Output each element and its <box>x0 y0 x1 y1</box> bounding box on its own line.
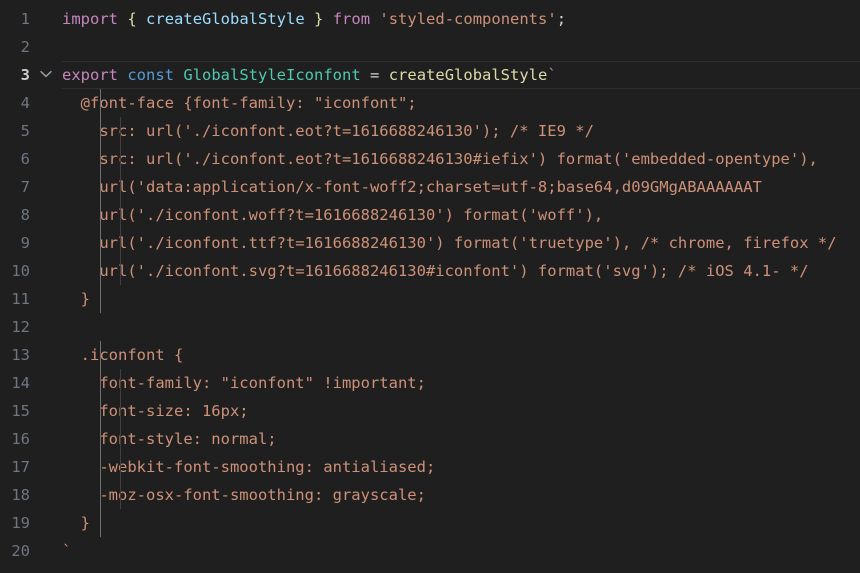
code-line-5[interactable]: src: url('./iconfont.eot?t=1616688246130… <box>62 117 594 145</box>
token-type-teal: GlobalStyleIconfont <box>183 66 361 84</box>
line-number-2[interactable]: 2 <box>0 33 30 61</box>
token-string: .iconfont { <box>62 346 184 364</box>
code-line-8[interactable]: url('./iconfont.woff?t=1616688246130') f… <box>62 201 603 229</box>
line-number-1[interactable]: 1 <box>0 5 30 33</box>
line-number-20[interactable]: 20 <box>0 537 30 565</box>
code-line-17[interactable]: -webkit-font-smoothing: antialiased; <box>62 453 435 481</box>
line-number-4[interactable]: 4 <box>0 89 30 117</box>
token-string: } <box>62 514 90 532</box>
line-number-13[interactable]: 13 <box>0 341 30 369</box>
code-line-9[interactable]: url('./iconfont.ttf?t=1616688246130') fo… <box>62 229 837 257</box>
code-line-6[interactable]: src: url('./iconfont.eot?t=1616688246130… <box>62 145 818 173</box>
line-number-15[interactable]: 15 <box>0 397 30 425</box>
token-string: font-family: "iconfont" !important; <box>62 374 426 392</box>
code-editor[interactable]: / import { createGlobalStyle } from 'sty… <box>0 0 860 573</box>
line-number-3[interactable]: 3 <box>0 61 30 89</box>
token-string: ` <box>547 66 557 84</box>
code-line-16[interactable]: font-style: normal; <box>62 425 277 453</box>
line-number-11[interactable]: 11 <box>0 285 30 313</box>
token-string: ` <box>62 542 72 560</box>
token-string: @font-face {font-family: "iconfont"; <box>62 94 417 112</box>
code-line-4[interactable]: @font-face {font-family: "iconfont"; <box>62 89 417 117</box>
token-keyword-blue: const <box>127 66 175 84</box>
token-string: url('data:application/x-font-woff2;chars… <box>62 178 762 196</box>
token-string: url('./iconfont.woff?t=1616688246130') f… <box>62 206 604 224</box>
line-number-6[interactable]: 6 <box>0 145 30 173</box>
code-line-18[interactable]: -moz-osx-font-smoothing: grayscale; <box>62 481 426 509</box>
token-string: } <box>62 290 90 308</box>
indent-guide-level-2 <box>119 117 121 285</box>
indent-guide-level-1 <box>100 341 102 537</box>
token-function-yellow: createGlobalStyle <box>388 66 548 84</box>
token-brace-yellow: } <box>314 10 324 28</box>
token-string: src: url('./iconfont.eot?t=1616688246130… <box>62 150 818 168</box>
token-plain: = <box>370 66 380 84</box>
line-number-17[interactable]: 17 <box>0 453 30 481</box>
code-line-1[interactable]: import { createGlobalStyle } from 'style… <box>62 5 566 33</box>
code-line-3[interactable]: export const GlobalStyleIconfont = creat… <box>62 61 557 89</box>
code-line-20[interactable]: ` <box>62 537 71 565</box>
line-number-10[interactable]: 10 <box>0 257 30 285</box>
line-number-12[interactable]: 12 <box>0 313 30 341</box>
line-number-16[interactable]: 16 <box>0 425 30 453</box>
indent-guide-level-2 <box>119 369 121 509</box>
token-brace-yellow: { <box>127 10 137 28</box>
line-number-19[interactable]: 19 <box>0 509 30 537</box>
token-string: 'styled-components' <box>379 10 557 28</box>
code-line-13[interactable]: .iconfont { <box>62 341 184 369</box>
token-string: font-size: 16px; <box>62 402 249 420</box>
line-number-18[interactable]: 18 <box>0 481 30 509</box>
token-plain: ; <box>556 10 567 28</box>
token-string: src: url('./iconfont.eot?t=1616688246130… <box>62 122 594 140</box>
indent-guide-level-1 <box>100 89 102 313</box>
token-string: url('./iconfont.svg?t=1616688246130#icon… <box>62 262 809 280</box>
line-number-gutter[interactable]: 1 2 3 4 5 6 7 8 9 10 11 12 13 14 15 16 17 18 19 20 <box>0 0 62 573</box>
line-number-5[interactable]: 5 <box>0 117 30 145</box>
token-string: font-style: normal; <box>62 430 277 448</box>
code-line-15[interactable]: font-size: 16px; <box>62 397 249 425</box>
line-number-14[interactable]: 14 <box>0 369 30 397</box>
token-string: -moz-osx-font-smoothing: grayscale; <box>62 486 426 504</box>
token-keyword-purple: export <box>62 66 118 84</box>
code-content[interactable]: import { createGlobalStyle } from 'style… <box>62 0 860 573</box>
token-string: -webkit-font-smoothing: antialiased; <box>62 458 436 476</box>
code-line-10[interactable]: url('./iconfont.svg?t=1616688246130#icon… <box>62 257 809 285</box>
token-identifier-lightblue: createGlobalStyle <box>146 10 305 28</box>
code-line-7[interactable]: url('data:application/x-font-woff2;chars… <box>62 173 762 201</box>
code-line-11[interactable]: } <box>62 285 90 313</box>
line-number-8[interactable]: 8 <box>0 201 30 229</box>
line-number-9[interactable]: 9 <box>0 229 30 257</box>
code-line-14[interactable]: font-family: "iconfont" !important; <box>62 369 426 397</box>
token-keyword-purple: import <box>62 10 118 28</box>
token-string: url('./iconfont.ttf?t=1616688246130') fo… <box>62 234 837 252</box>
chevron-down-icon[interactable] <box>38 61 54 89</box>
line-number-7[interactable]: 7 <box>0 173 30 201</box>
code-line-19[interactable]: } <box>62 509 90 537</box>
token-keyword-purple: from <box>332 10 371 28</box>
